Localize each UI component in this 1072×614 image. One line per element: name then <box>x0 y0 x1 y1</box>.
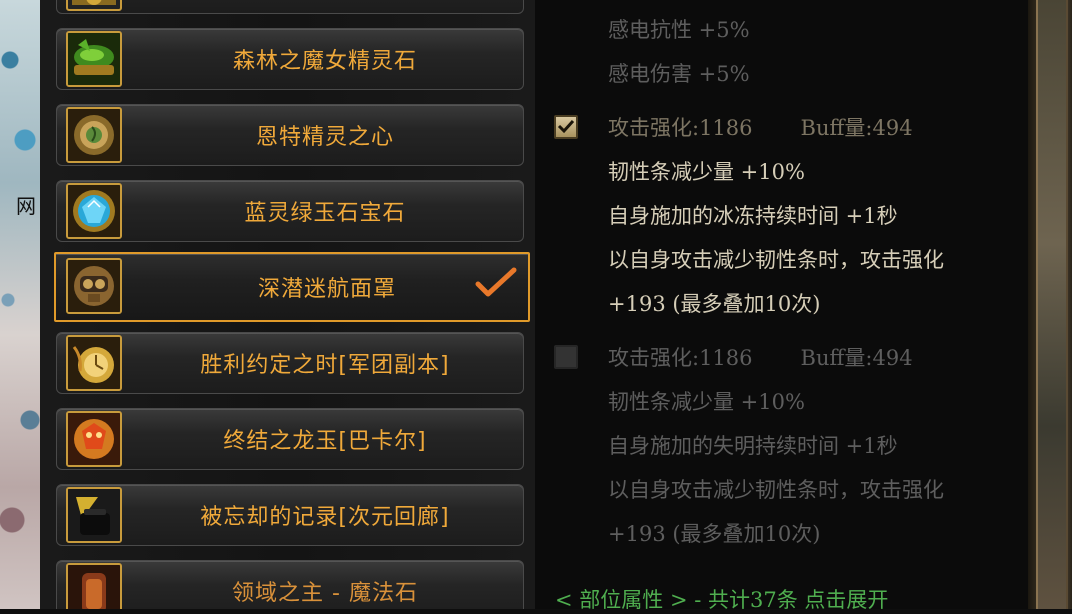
list-item-blue-jade-gem[interactable]: 蓝灵绿玉石宝石 <box>56 180 524 242</box>
option-b-checkbox[interactable] <box>554 345 578 369</box>
list-item-forgotten-record[interactable]: 被忘却的记录[次元回廊] <box>56 484 524 546</box>
list-item-deep-dive-mask[interactable]: 深潜迷航面罩 <box>54 252 530 322</box>
stat-line: 以自身攻击减少韧性条时，攻击强化 <box>608 478 944 502</box>
stat-line: 韧性条减少量 +10% <box>608 390 805 414</box>
stat-line: +193 (最多叠加10次) <box>608 292 821 316</box>
golden-watch-icon <box>66 335 122 391</box>
option-a-header: 攻击强化:1186 Buff量:494 <box>608 112 913 142</box>
item-list-panel[interactable]: 森林之魔女精灵石 恩特精灵之心 蓝灵绿玉石宝石 深潜迷航面罩 胜利约定之时[军团… <box>40 0 537 609</box>
item-label: 恩特精灵之心 <box>255 125 394 150</box>
window-frame-decoration <box>1028 0 1072 609</box>
checkbox-check-icon <box>557 119 575 134</box>
blue-gem-icon <box>66 183 122 239</box>
option-a-checkbox[interactable] <box>554 115 578 139</box>
wallpaper-text: 网 <box>16 194 36 218</box>
stat-line: 韧性条减少量 +10% <box>608 160 805 184</box>
forgotten-record-icon <box>66 487 122 543</box>
stat-line: 感电抗性 +5% <box>608 18 750 42</box>
item-label: 胜利约定之时[军团副本] <box>200 353 450 378</box>
stat-line: 自身施加的冰冻持续时间 +1秒 <box>608 204 898 228</box>
partial-item-icon <box>66 0 122 11</box>
dragon-jade-icon <box>66 411 122 467</box>
stat-line: +193 (最多叠加10次) <box>608 522 821 546</box>
item-label: 蓝灵绿玉石宝石 <box>244 201 406 226</box>
item-label <box>126 0 524 14</box>
item-label: 领域之主 - 魔法石 <box>232 581 418 606</box>
diving-mask-icon <box>66 258 122 314</box>
stat-line: 以自身攻击减少韧性条时，攻击强化 <box>608 248 944 272</box>
desktop-wallpaper: 网 <box>0 0 40 609</box>
attack-boost-value: 攻击强化:1186 <box>608 116 753 140</box>
option-b-header: 攻击强化:1186 Buff量:494 <box>608 342 913 372</box>
list-item-victory-promise[interactable]: 胜利约定之时[军团副本] <box>56 332 524 394</box>
attack-boost-value: 攻击强化:1186 <box>608 346 753 370</box>
item-label: 深潜迷航面罩 <box>257 277 396 302</box>
green-stone-icon <box>66 31 122 87</box>
item-label: 终结之龙玉[巴卡尔] <box>223 429 427 454</box>
list-item-dragon-jade[interactable]: 终结之龙玉[巴卡尔] <box>56 408 524 470</box>
list-item-forest-witch-stone[interactable]: 森林之魔女精灵石 <box>56 28 524 90</box>
item-label: 森林之魔女精灵石 <box>232 49 417 74</box>
item-label: 被忘却的记录[次元回廊] <box>200 505 450 530</box>
ent-heart-icon <box>66 107 122 163</box>
selected-check-icon <box>475 267 517 297</box>
list-item-ent-heart[interactable]: 恩特精灵之心 <box>56 104 524 166</box>
buff-amount-value: Buff量:494 <box>800 346 913 370</box>
expand-part-attributes-link[interactable]: < 部位属性 > - 共计37条 点击展开 <box>555 584 888 614</box>
buff-amount-value: Buff量:494 <box>800 116 913 140</box>
domain-stone-icon <box>66 563 122 609</box>
list-item-domain-lord-stone[interactable]: 领域之主 - 魔法石 <box>56 560 524 609</box>
list-item-partial[interactable] <box>56 0 524 14</box>
stat-line: 自身施加的失明持续时间 +1秒 <box>608 434 898 458</box>
stat-line: 感电伤害 +5% <box>608 62 750 86</box>
